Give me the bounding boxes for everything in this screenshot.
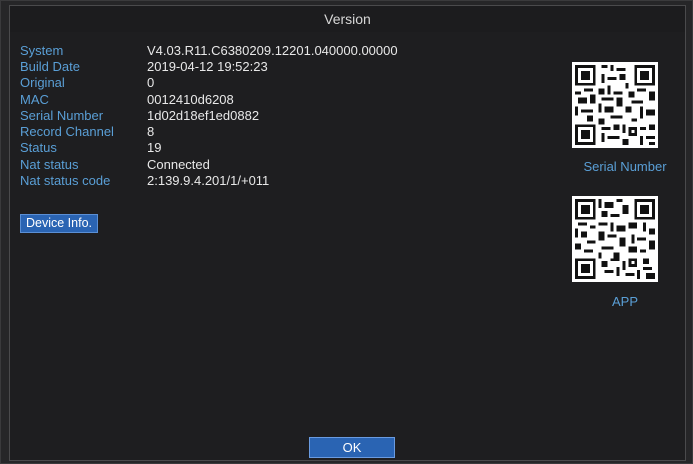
info-label: System [20, 42, 64, 58]
ok-button[interactable]: OK [309, 437, 395, 458]
info-label: Build Date [20, 58, 80, 74]
info-label: Nat status [20, 156, 79, 172]
version-dialog: Version System V4.03.R11.C6380209.12201.… [9, 5, 686, 461]
info-value: 1d02d18ef1ed0882 [147, 107, 260, 123]
info-value: 0 [147, 75, 155, 91]
info-label: Record Channel [20, 124, 114, 140]
info-list: System V4.03.R11.C6380209.12201.040000.0… [20, 42, 398, 189]
info-value: V4.03.R11.C6380209.12201.040000.00000 [147, 42, 398, 58]
info-row-record-channel: Record Channel 8 [20, 123, 398, 139]
screen: Version System V4.03.R11.C6380209.12201.… [0, 0, 693, 464]
info-row-status: Status 19 [20, 140, 398, 156]
info-row-nat-status: Nat status Connected [20, 156, 398, 172]
info-value: 19 [147, 140, 162, 156]
info-value: 2019-04-12 19:52:23 [147, 58, 268, 74]
serial-number-qr-label: Serial Number [583, 159, 667, 174]
info-value: 8 [147, 124, 155, 140]
info-value: Connected [147, 156, 210, 172]
app-qr-label: APP [611, 294, 638, 309]
info-row-build-date: Build Date 2019-04-12 19:52:23 [20, 58, 398, 74]
serial-number-qr-code [572, 62, 658, 148]
info-row-system: System V4.03.R11.C6380209.12201.040000.0… [20, 42, 398, 58]
device-info-button[interactable]: Device Info. [20, 214, 99, 233]
info-row-serial-number: Serial Number 1d02d18ef1ed0882 [20, 107, 398, 123]
app-qr-code [572, 196, 658, 282]
info-value: 2:139.9.4.201/1/+011 [147, 173, 270, 189]
info-label: Nat status code [20, 173, 111, 189]
info-label: Original [20, 75, 65, 91]
dialog-title: Version [10, 6, 685, 32]
info-row-nat-status-code: Nat status code 2:139.9.4.201/1/+011 [20, 172, 398, 188]
info-row-original: Original 0 [20, 75, 398, 91]
info-value: 0012410d6208 [147, 91, 234, 107]
info-label: Status [20, 140, 57, 156]
info-row-mac: MAC 0012410d6208 [20, 91, 398, 107]
info-label: MAC [20, 91, 49, 107]
info-label: Serial Number [20, 107, 104, 123]
